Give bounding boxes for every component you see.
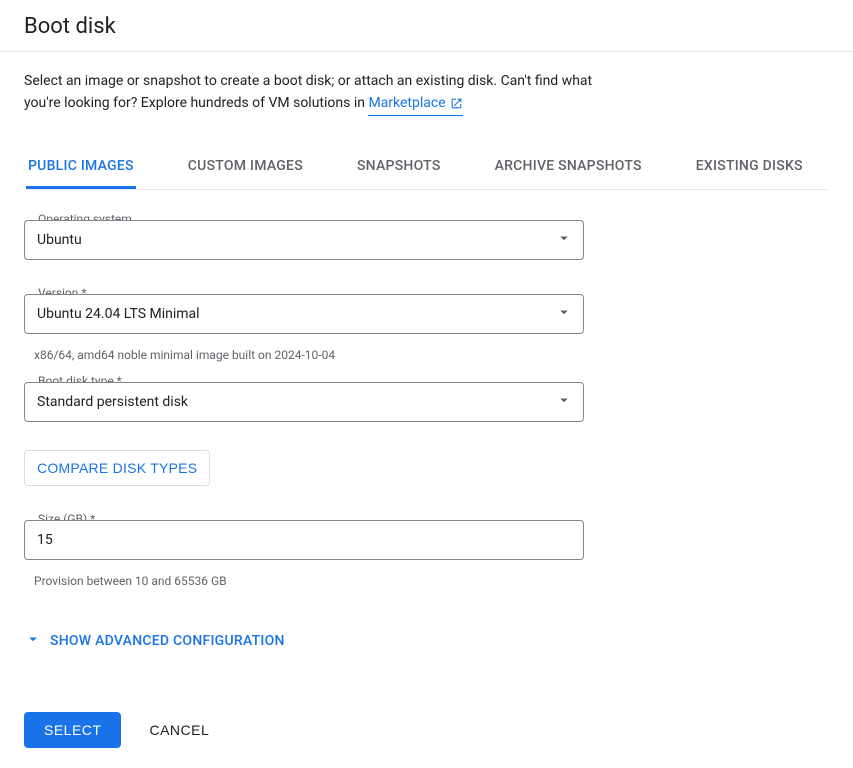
tab-custom-images[interactable]: CUSTOM IMAGES xyxy=(186,146,305,189)
intro-part-a: Select an image or snapshot to create a … xyxy=(24,73,592,111)
tab-existing-disks[interactable]: EXISTING DISKS xyxy=(694,146,805,189)
external-link-icon xyxy=(450,97,463,110)
os-select[interactable]: Ubuntu xyxy=(24,220,584,260)
size-input-value: 15 xyxy=(37,532,53,548)
size-input[interactable]: 15 xyxy=(24,520,584,560)
disk-type-select-value: Standard persistent disk xyxy=(37,394,188,410)
marketplace-link[interactable]: Marketplace xyxy=(368,92,462,116)
marketplace-link-label: Marketplace xyxy=(368,92,445,114)
select-button[interactable]: SELECT xyxy=(24,712,121,748)
tab-snapshots[interactable]: SNAPSHOTS xyxy=(355,146,443,189)
intro-text: Select an image or snapshot to create a … xyxy=(24,70,624,116)
tab-archive-snapshots[interactable]: ARCHIVE SNAPSHOTS xyxy=(493,146,644,189)
advanced-config-label: SHOW ADVANCED CONFIGURATION xyxy=(50,633,285,649)
disk-type-select[interactable]: Standard persistent disk xyxy=(24,382,584,422)
version-select-value: Ubuntu 24.04 LTS Minimal xyxy=(37,306,200,322)
chevron-down-icon xyxy=(555,391,573,413)
version-helper: x86/64, amd64 noble minimal image built … xyxy=(24,342,584,362)
advanced-config-toggle[interactable]: SHOW ADVANCED CONFIGURATION xyxy=(24,630,285,652)
tabs: PUBLIC IMAGES CUSTOM IMAGES SNAPSHOTS AR… xyxy=(26,146,829,190)
cancel-button[interactable]: CANCEL xyxy=(149,722,209,738)
chevron-down-icon xyxy=(555,229,573,251)
chevron-down-icon xyxy=(24,630,42,652)
tab-public-images[interactable]: PUBLIC IMAGES xyxy=(26,146,136,189)
dialog-title: Boot disk xyxy=(0,0,853,51)
size-helper: Provision between 10 and 65536 GB xyxy=(24,568,584,588)
chevron-down-icon xyxy=(555,303,573,325)
version-select[interactable]: Ubuntu 24.04 LTS Minimal xyxy=(24,294,584,334)
compare-disk-types-button[interactable]: COMPARE DISK TYPES xyxy=(24,450,210,486)
os-select-value: Ubuntu xyxy=(37,232,82,248)
